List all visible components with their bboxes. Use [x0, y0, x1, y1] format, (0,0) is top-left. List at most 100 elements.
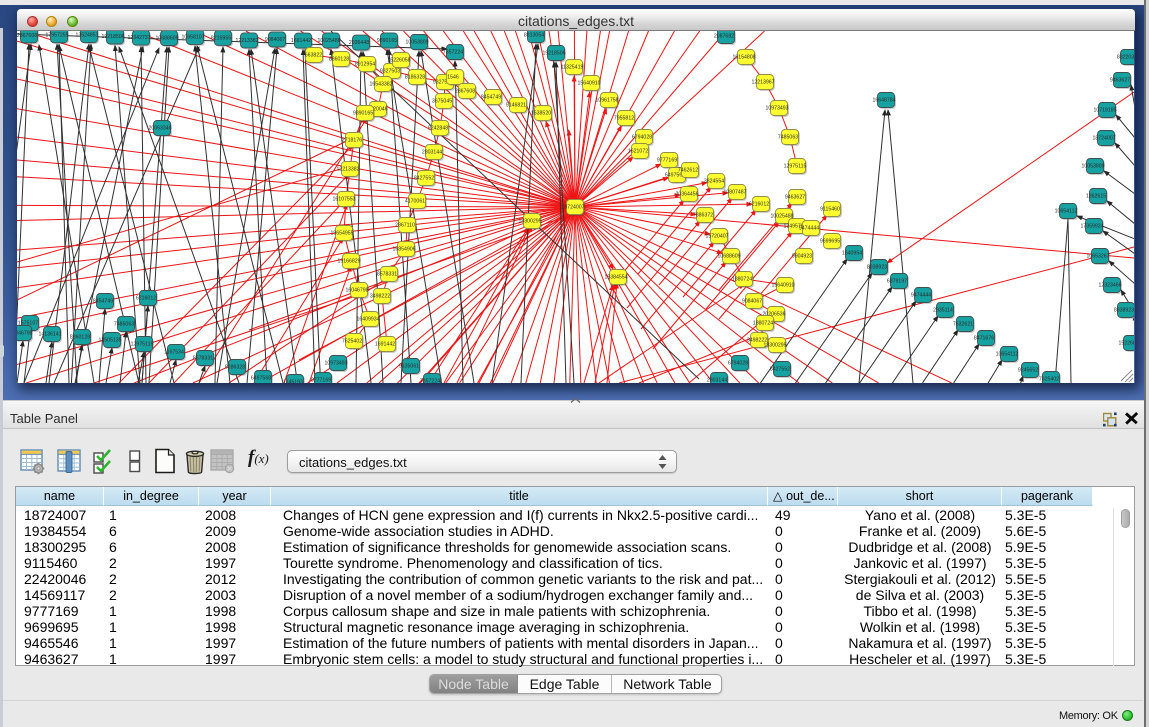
- svg-text:10053809: 10053809: [1081, 164, 1104, 170]
- svg-text:9474444: 9474444: [911, 293, 931, 299]
- svg-text:2867608: 2867608: [455, 89, 475, 95]
- svg-text:18724007: 18724007: [1092, 136, 1115, 142]
- svg-text:9463627: 9463627: [1110, 78, 1130, 84]
- svg-text:9890165: 9890165: [353, 111, 373, 117]
- svg-text:8454749: 8454749: [93, 299, 113, 305]
- svg-text:9904923: 9904923: [792, 254, 812, 260]
- svg-text:7955812: 7955812: [614, 116, 634, 122]
- svg-text:17359924: 17359924: [1080, 224, 1103, 230]
- svg-text:2087682: 2087682: [714, 34, 734, 40]
- svg-text:15640910: 15640910: [771, 283, 794, 289]
- svg-text:7357224: 7357224: [420, 379, 440, 384]
- svg-text:4170061: 4170061: [405, 199, 425, 205]
- svg-text:8215955: 8215955: [211, 35, 231, 41]
- svg-text:18724007: 18724007: [561, 205, 584, 211]
- svg-text:8454749: 8454749: [481, 95, 501, 101]
- svg-text:9135061: 9135061: [399, 364, 419, 370]
- svg-text:19384554: 19384554: [604, 275, 627, 281]
- svg-text:20364456: 20364456: [675, 192, 698, 198]
- svg-text:15640910: 15640910: [577, 81, 600, 87]
- svg-text:9115460: 9115460: [820, 207, 840, 213]
- svg-text:16107553: 16107553: [332, 197, 355, 203]
- svg-text:1880724: 1880724: [753, 321, 773, 327]
- svg-text:10654112: 10654112: [1055, 209, 1078, 215]
- svg-text:16543382: 16543382: [369, 82, 392, 88]
- svg-text:19218506: 19218506: [542, 51, 565, 57]
- svg-text:10973493: 10973493: [324, 361, 347, 367]
- svg-text:12975115: 12975115: [131, 342, 154, 348]
- svg-text:9242848: 9242848: [428, 126, 448, 132]
- svg-text:2935114: 2935114: [933, 308, 953, 314]
- svg-text:12342737: 12342737: [127, 35, 150, 41]
- svg-text:9777169: 9777169: [657, 158, 677, 164]
- svg-text:1691442: 1691442: [291, 38, 311, 44]
- svg-text:9777169: 9777169: [311, 378, 331, 384]
- svg-text:9146821: 9146821: [506, 103, 526, 109]
- svg-text:7485063: 7485063: [778, 135, 798, 141]
- svg-text:16046798: 16046798: [345, 288, 368, 294]
- svg-text:8860128: 8860128: [70, 335, 90, 341]
- svg-text:8578331: 8578331: [377, 272, 397, 278]
- svg-text:8186328: 8186328: [225, 365, 245, 371]
- svg-text:14136141: 14136141: [38, 332, 61, 338]
- svg-text:9245652: 9245652: [1018, 368, 1038, 374]
- svg-text:9084067: 9084067: [742, 299, 762, 305]
- svg-text:8813054: 8813054: [524, 33, 544, 39]
- svg-text:12213967: 12213967: [751, 80, 774, 86]
- svg-text:8427552: 8427552: [770, 367, 790, 373]
- svg-text:9084067: 9084067: [265, 37, 285, 43]
- svg-text:7485063: 7485063: [114, 322, 134, 328]
- svg-text:20053346: 20053346: [148, 126, 171, 132]
- svg-text:16409934: 16409934: [356, 317, 379, 323]
- svg-text:2803144: 2803144: [707, 378, 727, 384]
- svg-text:12213382: 12213382: [235, 38, 258, 44]
- svg-text:6497568: 6497568: [251, 376, 271, 382]
- svg-text:19166829: 19166829: [337, 259, 360, 265]
- svg-text:2803144: 2803144: [422, 150, 442, 156]
- svg-text:1640954: 1640954: [842, 251, 862, 257]
- svg-text:10053809: 10053809: [405, 40, 428, 46]
- svg-text:1880724: 1880724: [732, 277, 752, 283]
- svg-text:7886372: 7886372: [693, 213, 713, 219]
- svg-text:10807487: 10807487: [723, 190, 746, 196]
- svg-text:9463627: 9463627: [785, 195, 805, 201]
- svg-text:9327503: 9327503: [380, 69, 400, 75]
- svg-text:6216012: 6216012: [749, 202, 769, 208]
- svg-text:19654955: 19654955: [330, 231, 353, 237]
- svg-text:1546: 1546: [447, 75, 459, 81]
- svg-text:8186328: 8186328: [405, 75, 425, 81]
- svg-text:6879197: 6879197: [887, 279, 907, 285]
- svg-text:18300295: 18300295: [518, 219, 541, 225]
- svg-text:1621072: 1621072: [628, 149, 648, 155]
- svg-text:2867110: 2867110: [395, 223, 415, 229]
- svg-text:12975115: 12975115: [784, 164, 807, 170]
- svg-text:18300295: 18300295: [763, 343, 786, 349]
- svg-text:16154808: 16154808: [732, 55, 755, 61]
- svg-text:1167534: 1167534: [164, 350, 184, 356]
- svg-text:10654112: 10654112: [996, 352, 1019, 358]
- svg-text:10958107: 10958107: [181, 34, 204, 40]
- svg-text:2036448: 2036448: [349, 40, 369, 46]
- svg-text:12505135: 12505135: [98, 338, 121, 344]
- svg-text:16854906: 16854906: [392, 247, 415, 253]
- svg-text:7357224: 7357224: [443, 50, 463, 56]
- svg-text:8578331: 8578331: [193, 356, 213, 362]
- svg-text:9890165: 9890165: [377, 38, 397, 44]
- svg-text:6794028: 6794028: [632, 135, 652, 141]
- svg-text:10653267: 10653267: [1086, 254, 1109, 260]
- svg-text:7625402: 7625402: [1039, 377, 1059, 383]
- svg-text:8938923: 8938923: [867, 265, 887, 271]
- svg-text:10973493: 10973493: [765, 106, 788, 112]
- svg-text:10025488: 10025488: [317, 38, 340, 44]
- svg-text:8471676: 8471676: [974, 336, 994, 342]
- svg-text:1145193: 1145193: [283, 380, 303, 384]
- svg-text:10961758: 10961758: [595, 98, 618, 104]
- svg-text:9699695: 9699695: [820, 239, 840, 245]
- svg-text:12213382: 12213382: [336, 167, 359, 173]
- svg-text:13524851: 13524851: [75, 33, 98, 39]
- svg-text:15720407: 15720407: [705, 234, 728, 240]
- svg-text:7625402: 7625402: [342, 339, 362, 345]
- svg-text:7462612: 7462612: [678, 168, 698, 174]
- svg-text:8860128: 8860128: [329, 57, 349, 63]
- svg-text:19218506: 19218506: [101, 34, 124, 40]
